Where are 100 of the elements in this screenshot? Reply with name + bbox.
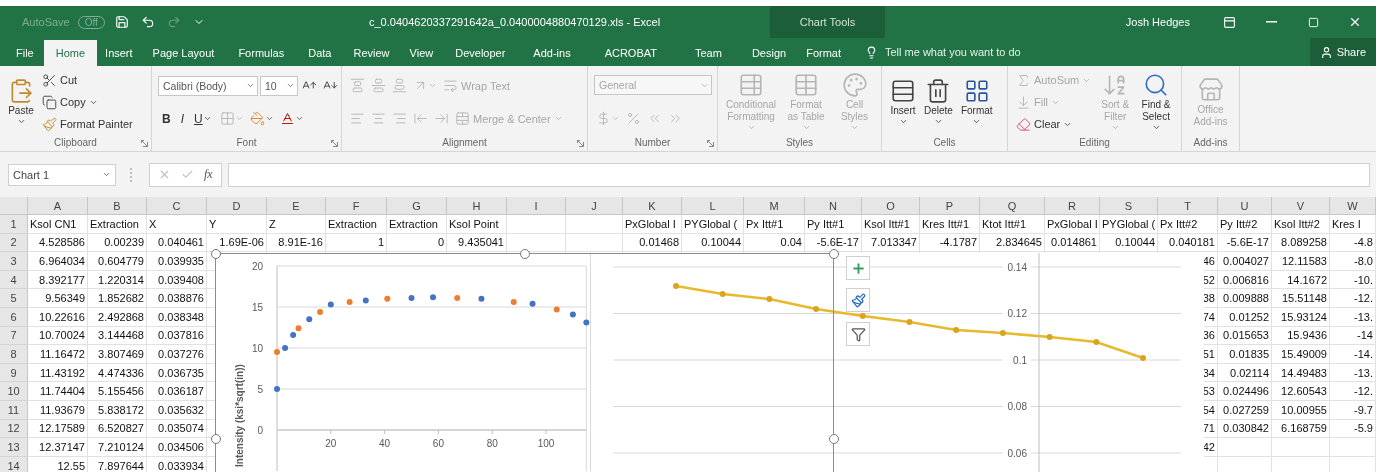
ribbon-tab[interactable]: Formulas [226, 40, 297, 66]
italic-button[interactable]: I [176, 107, 188, 130]
font-size-field[interactable]: 10 [260, 75, 298, 96]
chart-elements-button[interactable] [846, 256, 870, 280]
table-cell: Extraction [389, 217, 438, 230]
table-cell: -9.7 [1354, 403, 1373, 416]
ribbon-tab[interactable]: Design [741, 40, 797, 66]
font-name-field[interactable]: Calibri (Body) [158, 75, 258, 96]
column-header[interactable]: C [147, 197, 207, 215]
column-header[interactable]: H [447, 197, 507, 215]
ribbon-tab[interactable]: Insert [97, 40, 141, 66]
line-chart[interactable]: 0.14 0.12 0.1 0.08 0.06 [590, 253, 1204, 472]
column-header[interactable]: E [267, 197, 326, 215]
share-button[interactable]: Share [1309, 38, 1376, 66]
column-header[interactable]: I [507, 197, 566, 215]
name-box[interactable]: Chart 1 [8, 163, 116, 186]
resize-handle[interactable] [829, 434, 839, 444]
chart-styles-button[interactable] [846, 288, 870, 312]
column-header[interactable]: A [28, 197, 88, 215]
axis-label: 0 [257, 424, 263, 436]
table-cell: 0.01468 [639, 236, 679, 249]
group-label: Cells [933, 136, 956, 150]
resize-handle[interactable] [211, 249, 221, 259]
scatter-chart[interactable]: 0 5 10 15 20 20 40 60 80 100 Intensity (ksi*sqrt(in)) [215, 253, 590, 472]
column-header[interactable]: T [1158, 197, 1218, 215]
column-header[interactable]: V [1272, 197, 1330, 215]
table-cell: -8.0 [1354, 255, 1373, 267]
row-header[interactable]: 13 [0, 438, 28, 457]
clear-button[interactable]: Clear [1014, 115, 1075, 133]
table-cell: 0.034506 [158, 440, 204, 453]
dialog-launcher-icon[interactable] [331, 140, 338, 147]
table-cell: 8.392177 [39, 273, 85, 286]
find-select-button[interactable]: Find & Select [1137, 71, 1175, 133]
ribbon-tab[interactable]: Team [675, 40, 742, 66]
copy-button[interactable]: Copy [40, 93, 100, 111]
column-header[interactable]: J [566, 197, 623, 215]
table-icon [793, 72, 820, 98]
column-header[interactable]: S [1100, 197, 1158, 215]
table-cell: 6.964034 [39, 255, 85, 267]
format-painter-button[interactable]: Format Painter [40, 115, 135, 133]
ribbon-tab[interactable]: File [6, 40, 44, 66]
dialog-launcher-icon[interactable] [577, 140, 584, 147]
formula-field[interactable] [227, 162, 1370, 187]
ribbon-tab[interactable]: View [399, 40, 444, 66]
chart-filters-button[interactable] [846, 322, 870, 346]
ribbon-tab[interactable]: ACROBAT [586, 40, 675, 66]
resize-handle[interactable] [211, 434, 221, 444]
ribbon-tab[interactable]: Home [43, 40, 98, 66]
table-cell: 0.037816 [158, 329, 204, 342]
column-header[interactable]: B [88, 197, 147, 215]
table-cell: 14.1672 [1287, 273, 1327, 286]
select-all-corner[interactable] [0, 197, 28, 215]
table-cell: 6.520827 [98, 422, 144, 435]
column-header[interactable]: L [682, 197, 744, 215]
check-icon[interactable] [181, 168, 194, 181]
column-header[interactable]: U [1218, 197, 1272, 215]
column-header[interactable]: K [623, 197, 682, 215]
bold-button[interactable]: B [158, 107, 175, 130]
row-header[interactable]: 8 [0, 345, 28, 364]
row-header[interactable]: 3 [0, 252, 28, 271]
delete-button[interactable]: Delete [922, 76, 955, 128]
row-header[interactable]: 1 [0, 215, 28, 234]
column-header[interactable]: G [387, 197, 447, 215]
font-color-icon [279, 111, 295, 126]
ribbon-tab[interactable]: Page Layout [140, 40, 227, 66]
column-header[interactable]: R [1045, 197, 1100, 215]
resize-handle[interactable] [829, 249, 839, 259]
column-header[interactable]: M [744, 197, 805, 215]
ribbon-tab[interactable]: Review [343, 40, 400, 66]
insert-button[interactable]: Insert [888, 76, 918, 128]
row-header[interactable]: 5 [0, 289, 28, 308]
underline-button[interactable]: U [190, 107, 216, 130]
cut-button[interactable]: Cut [40, 71, 80, 89]
user-name[interactable]: Josh Hedges [1125, 6, 1190, 38]
axis-label: 40 [379, 438, 391, 449]
axis-label: 15 [251, 301, 263, 313]
column-header[interactable]: P [920, 197, 980, 215]
ribbon-tab[interactable]: Add-ins [517, 40, 587, 66]
tell-me-field[interactable]: Tell me what you want to do [883, 45, 1062, 59]
cancel-icon[interactable] [158, 168, 171, 181]
dialog-launcher-icon[interactable] [707, 140, 714, 147]
column-header[interactable]: W [1330, 197, 1376, 215]
column-header[interactable]: N [805, 197, 862, 215]
ribbon-tab[interactable]: Format [796, 40, 851, 66]
lightbulb-icon [865, 45, 878, 59]
table-cell: 14.49483 [1281, 366, 1327, 379]
dialog-launcher-icon[interactable] [141, 140, 148, 147]
row-header[interactable]: 10 [0, 382, 28, 401]
ribbon-tab[interactable]: Developer [443, 40, 518, 66]
column-header[interactable]: D [207, 197, 267, 215]
column-header[interactable]: Q [980, 197, 1045, 215]
resize-handle[interactable] [520, 249, 530, 259]
column-header[interactable]: F [326, 197, 387, 215]
paste-button[interactable]: Paste [6, 76, 36, 128]
table-cell: 0.02114 [1230, 366, 1269, 379]
column-header[interactable]: O [862, 197, 920, 215]
format-button[interactable]: Format [958, 76, 995, 128]
rows-icon [890, 77, 916, 104]
insert-function-button[interactable]: fx [204, 167, 213, 182]
ribbon-tab[interactable]: Data [296, 40, 344, 66]
